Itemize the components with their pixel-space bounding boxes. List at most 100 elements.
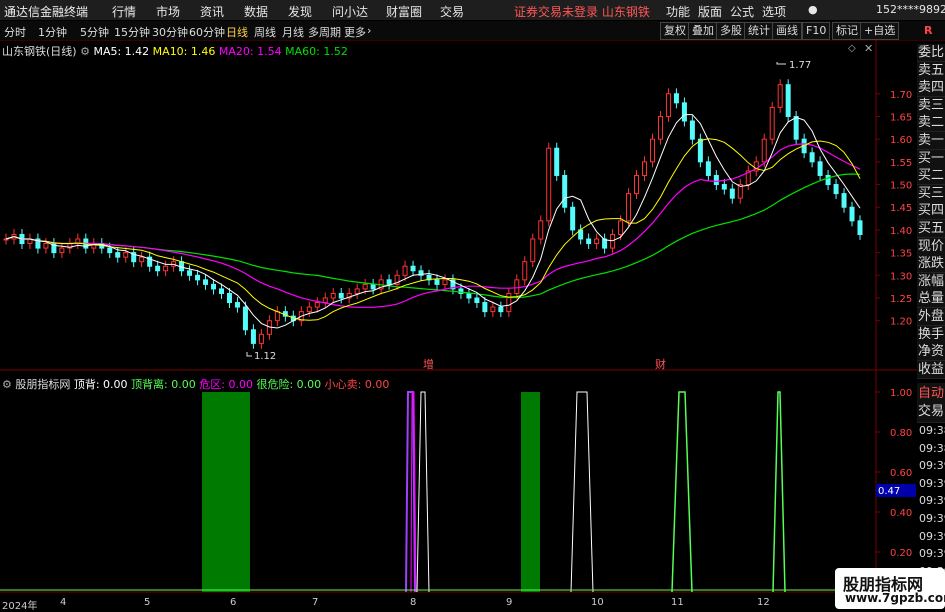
menu-item-layout[interactable]: 版面 <box>698 3 722 20</box>
user-avatar-icon[interactable]: ● <box>808 3 818 16</box>
side-panel-item[interactable]: 涨跌 <box>917 255 945 274</box>
multi-stock-button[interactable]: 多股 <box>716 22 746 40</box>
side-panel-item[interactable]: 买一 <box>917 149 945 168</box>
add-watchlist-button[interactable]: +自选 <box>860 22 900 40</box>
indicator-bar-1 <box>202 392 250 592</box>
indicator-value-danger-zone: 危区: 0.00 <box>199 378 253 391</box>
side-panel-item[interactable]: 委比 <box>917 44 945 62</box>
candle-body <box>833 184 839 195</box>
auto-trade-label-2[interactable]: 交易 <box>917 401 945 423</box>
menu-item-ask[interactable]: 问小达 <box>332 3 368 20</box>
period-tab-monthly[interactable]: 月线 <box>282 24 304 40</box>
menu-item-data[interactable]: 数据 <box>244 3 268 20</box>
side-panel-item[interactable]: 买三 <box>917 184 945 203</box>
candle-body <box>785 84 791 117</box>
trade-login-notice[interactable]: 证券交易未登录 山东钢铁 <box>514 3 650 20</box>
chart-canvas[interactable]: 1.70 1.65 1.60 1.55 1.50 1.45 1.40 1.35 1.30 1.25… <box>0 40 917 609</box>
side-panel-item[interactable]: 卖四 <box>917 79 945 98</box>
overlay-button[interactable]: 叠加 <box>688 22 718 40</box>
candle-body <box>242 306 248 331</box>
menu-item-market[interactable]: 行情 <box>112 3 136 20</box>
period-tab-more[interactable]: 更多 <box>344 24 366 40</box>
menu-item-discover[interactable]: 发现 <box>288 3 312 20</box>
candle-body <box>506 292 512 313</box>
candle-body <box>155 265 161 272</box>
candle-body <box>514 279 520 294</box>
adjust-button[interactable]: 复权 <box>660 22 690 40</box>
x-axis-label: 2024年 <box>2 601 38 612</box>
candle-body <box>386 279 392 285</box>
r-badge[interactable]: R <box>924 24 932 37</box>
period-tab-30min[interactable]: 30分钟 <box>152 24 188 40</box>
menu-item-news[interactable]: 资讯 <box>200 3 224 20</box>
price-tick-label: 1.55 <box>890 158 912 169</box>
side-panel-item[interactable]: 换手 <box>917 325 945 344</box>
side-panel-item[interactable]: 卖二 <box>917 114 945 133</box>
period-tab-timeshare[interactable]: 分时 <box>4 24 26 40</box>
candle-body <box>570 206 576 231</box>
chevron-right-icon[interactable]: › <box>367 24 371 37</box>
candle-body <box>187 270 193 276</box>
candle-body <box>139 256 145 263</box>
price-axis: 1.70 1.65 1.60 1.55 1.50 1.45 1.40 1.35 1.30 1.25… <box>876 90 912 328</box>
side-panel-item[interactable]: 卖一 <box>917 132 945 150</box>
indicator-name[interactable]: 股朋指标网 <box>15 378 70 391</box>
period-tab-15min[interactable]: 15分钟 <box>114 24 150 40</box>
side-panel-item[interactable]: 总量 <box>917 290 945 309</box>
candlestick-series <box>3 79 863 349</box>
x-axis-label: 9 <box>506 597 513 608</box>
x-axis-label: 4 <box>60 597 67 608</box>
indicator-spike-5 <box>772 391 786 593</box>
side-panel-item[interactable]: 现价 <box>917 237 945 256</box>
period-tab-1min[interactable]: 1分钟 <box>38 24 67 40</box>
candle-body <box>234 302 240 308</box>
candle-body <box>490 306 496 313</box>
menu-item-wealth[interactable]: 财富圈 <box>386 3 422 20</box>
price-tick-label: 1.30 <box>890 271 912 282</box>
menu-item-trade[interactable]: 交易 <box>440 3 464 20</box>
trade-time-entry: 09:38 <box>919 424 945 437</box>
candle-body <box>642 161 648 176</box>
period-tab-60min[interactable]: 60分钟 <box>189 24 225 40</box>
candle-body <box>713 174 719 186</box>
candle-body <box>354 288 360 294</box>
settings-gear-icon[interactable]: ⚙ <box>2 378 15 391</box>
account-label[interactable]: 152****9892 <box>876 3 945 16</box>
period-tab-5min[interactable]: 5分钟 <box>80 24 109 40</box>
event-marker-finance[interactable]: 财 <box>655 357 666 371</box>
side-panel-item[interactable]: 外盘 <box>917 308 945 326</box>
side-panel-item[interactable]: 买四 <box>917 202 945 221</box>
draw-line-button[interactable]: 画线 <box>772 22 802 40</box>
stats-button[interactable]: 统计 <box>744 22 774 40</box>
side-panel-item[interactable]: 买五 <box>917 220 945 238</box>
price-tick-label: 1.45 <box>890 203 912 214</box>
candle-body <box>705 161 711 176</box>
side-panel-item[interactable]: 收益 <box>917 360 945 379</box>
side-panel-item[interactable]: 净资 <box>917 343 945 362</box>
candle-body <box>362 283 368 290</box>
period-toolbar: 分时 1分钟 5分钟 15分钟 30分钟 60分钟 日线 周线 月线 多周期 更… <box>0 21 945 41</box>
period-tab-daily[interactable]: 日线 <box>226 24 248 40</box>
period-tab-weekly[interactable]: 周线 <box>254 24 276 40</box>
candle-body <box>626 193 632 222</box>
trade-time-entry: 09:39 <box>919 547 945 561</box>
candle-body <box>434 279 440 285</box>
candle-body <box>554 147 560 176</box>
menu-item-markets[interactable]: 市场 <box>156 3 180 20</box>
side-panel-item[interactable]: 卖五 <box>917 61 945 80</box>
candle-body <box>857 220 863 235</box>
menu-item-function[interactable]: 功能 <box>666 3 690 20</box>
side-panel-item[interactable]: 卖三 <box>917 96 945 115</box>
candle-body <box>729 188 735 199</box>
candle-body <box>793 115 799 140</box>
menu-item-formula[interactable]: 公式 <box>730 3 754 20</box>
mark-button[interactable]: 标记 <box>832 22 862 40</box>
event-marker-increase[interactable]: 增 <box>423 357 434 371</box>
side-panel-item[interactable]: 买二 <box>917 167 945 186</box>
f10-button[interactable]: F10 <box>802 22 831 40</box>
period-tab-multi[interactable]: 多周期 <box>308 24 341 40</box>
indicator-spike-1 <box>405 391 416 593</box>
side-panel-item[interactable]: 涨幅 <box>917 272 945 291</box>
menu-item-options[interactable]: 选项 <box>762 3 786 20</box>
candle-body <box>250 329 256 344</box>
